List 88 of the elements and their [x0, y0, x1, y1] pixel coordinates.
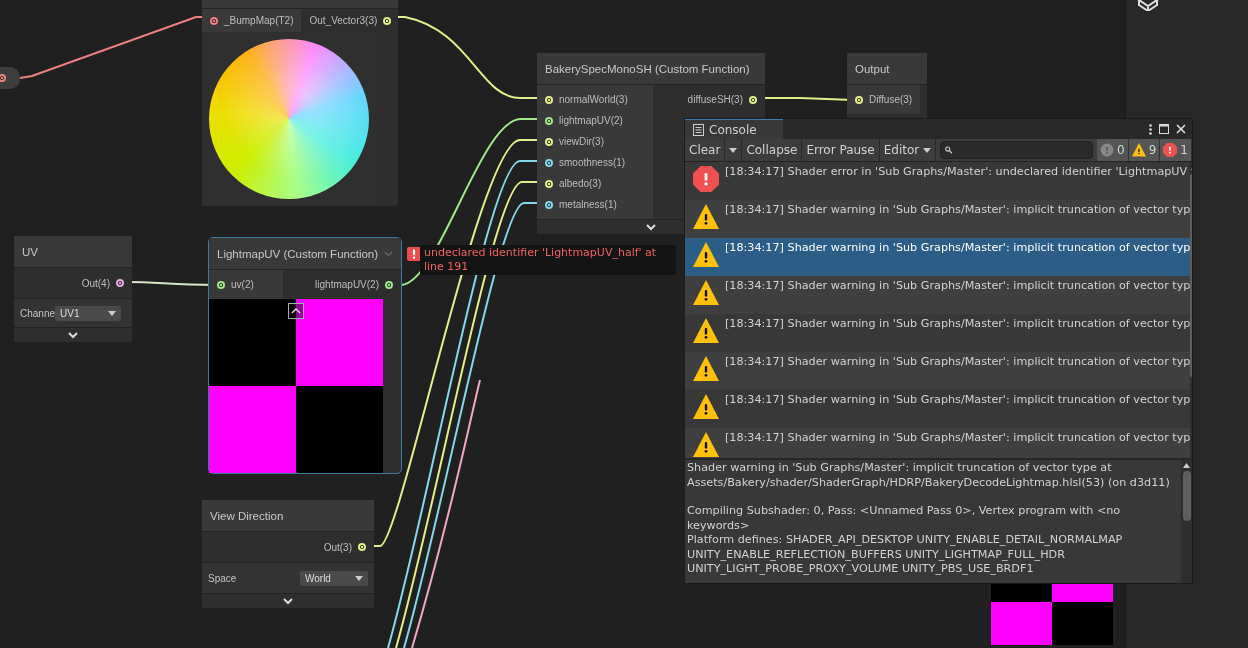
detail-text: Compiling Subshader: 0, Pass: <Unnamed Pass 0>, Vertex program with <no keywords> [687, 504, 1122, 533]
port-dot[interactable] [217, 280, 225, 289]
warning-icon [693, 242, 719, 268]
error-icon [693, 166, 719, 192]
port-label: Out_Vector3(3) [309, 15, 378, 26]
port-dot[interactable] [385, 280, 393, 289]
node-title: LightmapUV (Custom Function) [217, 247, 379, 260]
channel-dropdown[interactable]: UV1 [55, 305, 122, 321]
port-label: metalness(1) [559, 199, 617, 210]
node-header[interactable]: UV [14, 236, 132, 268]
port-dot[interactable] [210, 16, 218, 25]
port-label: albedo(3) [559, 178, 602, 189]
error-icon [406, 246, 422, 262]
graph-node[interactable]: _BumpMap(T2) Out_Vector3(3) [202, 0, 398, 206]
caret-icon [729, 147, 738, 153]
detail-text: Shader warning in 'Sub Graphs/Master': implicit truncation of vector type at Assets/Bakery/shader/ShaderGraph/HDRP/BakeryDecodeLightmap.hlsl(53) (on d3d11) [687, 461, 1171, 490]
port-dot[interactable] [545, 116, 553, 125]
move-icon[interactable] [1137, 0, 1159, 11]
node-header[interactable]: LightmapUV (Custom Function) [209, 238, 401, 270]
list-icon [693, 123, 704, 136]
maximize-icon[interactable] [1159, 124, 1169, 134]
log-entry[interactable]: [18:34:17] Shader warning in 'Sub Graphs/Master': implicit truncation of vector typ [685, 238, 1191, 276]
search-field[interactable] [940, 141, 1094, 159]
detail-text: Platform defines: SHADER_API_DESKTOP UNITY_ENABLE_DETAIL_NORMALMAP UNITY_ENABLE_REFLECTION_BUFFERS UNITY_LIGHTMAP_FULL_HDR UNITY_LIGHT_PROBE_PROXY_VOLUME UNITY_PBS_USE_BRDF1 [687, 533, 1124, 577]
log-entry[interactable]: [18:34:17] Shader warning in 'Sub Graphs/Master': implicit truncation of vector typ [685, 200, 1191, 238]
warning-icon [693, 432, 719, 458]
warning-icon [693, 204, 719, 230]
node-header[interactable]: Output [847, 53, 927, 85]
port-label: lightmapUV(2) [559, 115, 623, 126]
node-title: View Direction [210, 509, 284, 522]
warning-icon [693, 318, 719, 344]
port-label: diffuseSH(3) [687, 94, 743, 105]
info-count-toggle[interactable]: 0 [1097, 139, 1129, 161]
error-message: undeclared identifier 'LightmapUV_half' at line 191 [420, 245, 676, 275]
port-label: lightmapUV(2) [315, 279, 379, 290]
node-title: UV [22, 245, 38, 258]
collapse-button[interactable] [288, 303, 304, 319]
node-header[interactable]: BakerySpecMonoSH (Custom Function) [537, 53, 765, 85]
log-entry[interactable]: [18:34:17] Shader warning in 'Sub Graphs/Master': implicit truncation of vector typ [685, 352, 1191, 390]
graph-node[interactable]: View Direction Out(3) Space World [202, 500, 374, 608]
node-title: Output [855, 62, 890, 75]
close-icon[interactable] [1176, 124, 1186, 134]
error-count-toggle[interactable]: 1 [1160, 139, 1192, 161]
chevron-up-icon [291, 308, 301, 314]
port-dot[interactable] [545, 158, 553, 167]
port-label: normalWorld(3) [559, 94, 628, 105]
error-icon [1163, 143, 1178, 157]
port-label: _BumpMap(T2) [224, 15, 294, 26]
log-entry[interactable]: [18:34:17] Shader warning in 'Sub Graphs/Master': implicit truncation of vector typ [685, 314, 1191, 352]
info-icon [1100, 143, 1115, 157]
field-label: Channe [20, 307, 56, 319]
node-title: BakerySpecMonoSH (Custom Function) [545, 62, 750, 75]
log-message: [18:34:17] Shader warning in 'Sub Graphs/Master': implicit truncation of vector typ [725, 278, 1191, 294]
console-tab[interactable]: Console [685, 119, 783, 139]
node-header[interactable]: View Direction [202, 500, 374, 532]
port-label: viewDir(3) [559, 136, 604, 147]
port-dot[interactable] [116, 279, 124, 287]
scrollbar[interactable] [1181, 460, 1192, 583]
log-message: [18:34:17] Shader warning in 'Sub Graphs/Master': implicit truncation of vector typ [725, 430, 1191, 446]
caret-icon [108, 310, 117, 316]
log-entry[interactable]: [18:34:17] Shader warning in 'Sub Graphs/Master': implicit truncation of vector typ [685, 390, 1191, 428]
warning-icon [693, 280, 719, 306]
log-entry[interactable]: [18:34:17] Shader warning in 'Sub Graphs/Master': implicit truncation of vector typ [685, 276, 1191, 314]
port-label: Diffuse(3) [869, 94, 913, 105]
port-label: Out(3) [323, 541, 352, 553]
search-icon [945, 146, 953, 154]
port-label: smoothness(1) [559, 157, 626, 168]
more-icon[interactable] [1149, 123, 1152, 135]
log-message: [18:34:17] Shader warning in 'Sub Graphs/Master': implicit truncation of vector typ [725, 354, 1191, 370]
field-label: Space [208, 572, 237, 584]
log-entry[interactable]: [18:34:17] Shader warning in 'Sub Graphs/Master': implicit truncation of vector typ [685, 428, 1191, 458]
warning-icon [693, 356, 719, 382]
warning-count-toggle[interactable]: 9 [1128, 139, 1161, 161]
graph-node[interactable]: UV Out(4) Channe UV1 [14, 236, 132, 342]
log-message: [18:34:17] Shader warning in 'Sub Graphs/Master': implicit truncation of vector typ [725, 316, 1191, 332]
port-dot[interactable] [0, 74, 6, 82]
warning-icon [693, 394, 719, 420]
warning-icon [1131, 143, 1146, 157]
caret-icon [355, 575, 363, 581]
space-dropdown[interactable]: World [300, 570, 368, 586]
caret-icon [923, 147, 932, 153]
node-header[interactable] [202, 0, 398, 9]
port-dot[interactable] [545, 200, 553, 209]
port-label: uv(2) [231, 279, 254, 290]
port-label: Out(4) [81, 277, 110, 289]
log-message: [18:34:17] Shader warning in 'Sub Graphs/Master': implicit truncation of vector typ [725, 392, 1191, 408]
log-message: [18:34:17] Shader warning in 'Sub Graphs/Master': implicit truncation of vector typ [725, 240, 1191, 256]
graph-node[interactable]: LightmapUV (Custom Function) uv(2) lightmapUV(2) [208, 237, 402, 474]
